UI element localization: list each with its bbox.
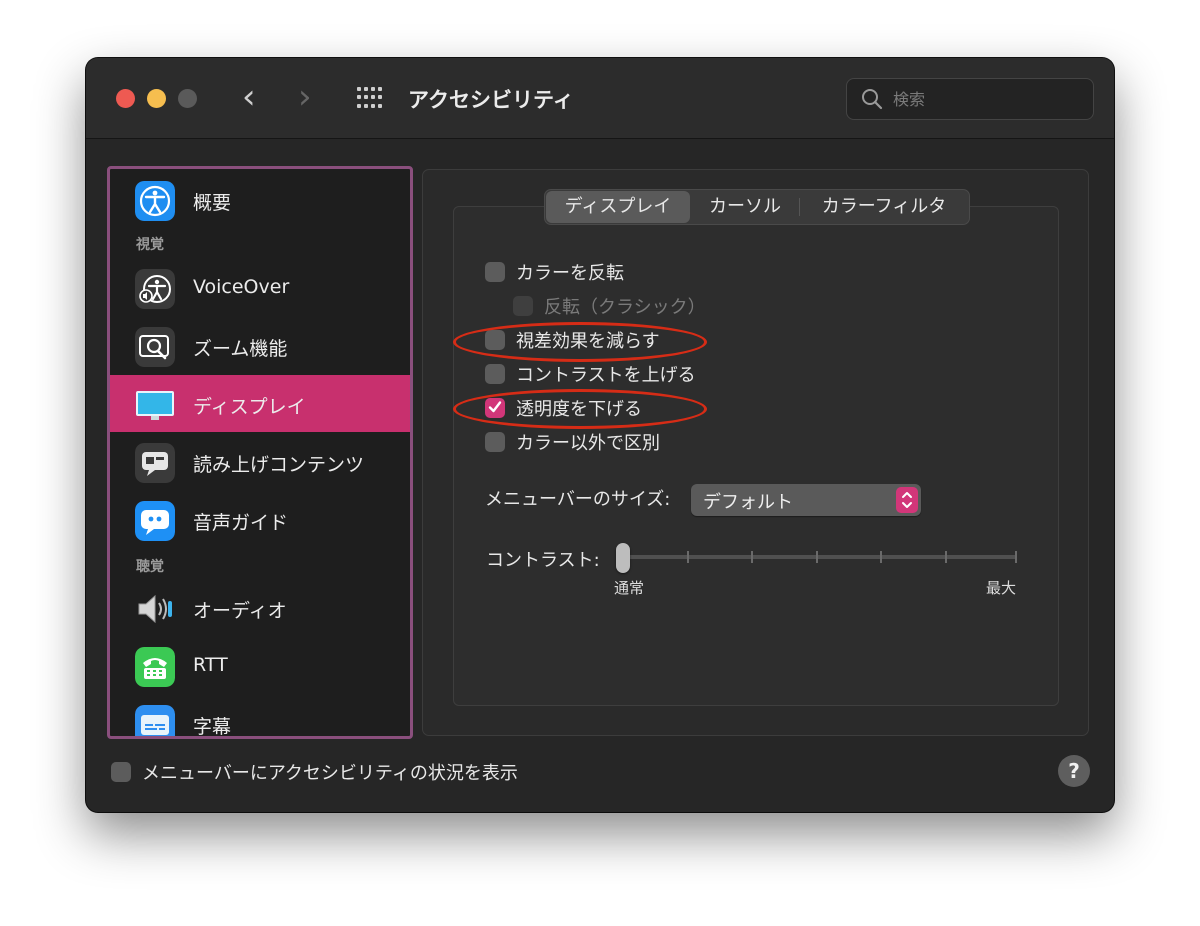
sidebar-item-label: 概要 — [193, 192, 232, 214]
section-header-vision: 視覚 — [136, 237, 164, 253]
tab-bar: ディスプレイ カーソル カラーフィルタ — [544, 189, 970, 225]
rtt-icon — [135, 647, 175, 687]
slider-tick — [751, 551, 753, 563]
tab-display[interactable]: ディスプレイ — [546, 191, 690, 223]
help-button[interactable]: ? — [1058, 755, 1090, 787]
sidebar-item-spoken-content[interactable]: 読み上げコンテンツ — [110, 433, 410, 490]
tab-color-filters[interactable]: カラーフィルタ — [800, 190, 968, 224]
checkbox-label: コントラストを上げる — [516, 365, 696, 386]
sidebar-item-label: VoiceOver — [193, 276, 290, 298]
sidebar-item-zoom[interactable]: ズーム機能 — [110, 317, 410, 374]
slider-max-label: 最大 — [986, 579, 1017, 597]
sidebar-item-label: 字幕 — [193, 716, 232, 738]
sidebar-item-label: ズーム機能 — [193, 338, 288, 360]
captions-icon — [135, 705, 175, 736]
slider-tick — [1015, 551, 1017, 563]
sidebar-item-label: オーディオ — [193, 600, 287, 622]
zoom-window-button[interactable] — [178, 89, 197, 108]
checkbox-label: カラーを反転 — [516, 263, 624, 284]
search-icon — [862, 89, 883, 110]
contrast-label: コントラスト: — [486, 550, 600, 571]
checkbox-box[interactable] — [111, 762, 131, 782]
checkbox-box — [513, 296, 533, 316]
spoken-content-icon — [135, 443, 175, 483]
display-icon — [136, 391, 174, 420]
slider-tick — [880, 551, 882, 563]
checkbox-box[interactable] — [485, 364, 505, 384]
checkbox-label: 反転（クラシック） — [544, 297, 706, 318]
minimize-window-button[interactable] — [147, 89, 166, 108]
sidebar-item-display[interactable]: ディスプレイ — [110, 375, 410, 432]
contrast-slider-knob[interactable] — [616, 543, 630, 573]
slider-tick — [687, 551, 689, 563]
back-button[interactable]: ‹ — [242, 80, 256, 114]
sidebar-item-descriptions[interactable]: 音声ガイド — [110, 491, 410, 548]
menu-bar-size-popup[interactable]: デフォルト — [691, 484, 921, 516]
checkbox-label: 透明度を下げる — [516, 399, 642, 420]
sidebar-item-overview[interactable]: 概要 — [110, 171, 410, 228]
sidebar-item-label: 読み上げコンテンツ — [193, 454, 365, 476]
menu-bar-size-label: メニューバーのサイズ: — [485, 489, 671, 510]
sidebar-item-label: ディスプレイ — [193, 396, 306, 418]
audio-icon — [138, 594, 172, 624]
show-all-grid-icon[interactable] — [357, 87, 385, 109]
sidebar-item-voiceover[interactable]: VoiceOver — [110, 259, 410, 316]
tab-cursor[interactable]: カーソル — [691, 190, 799, 224]
voiceover-icon — [135, 269, 175, 309]
checkbox-label: 視差効果を減らす — [516, 331, 660, 352]
zoom-icon — [135, 327, 175, 367]
sidebar-item-captions[interactable]: 字幕 — [110, 695, 410, 738]
checkbox-label: カラー以外で区別 — [516, 433, 660, 454]
sidebar-item-label: RTT — [193, 654, 228, 676]
slider-tick — [816, 551, 818, 563]
checkbox-box[interactable] — [485, 330, 505, 350]
section-header-hearing: 聴覚 — [136, 559, 164, 575]
popup-value: デフォルト — [703, 492, 793, 513]
display-settings-panel: ディスプレイ カーソル カラーフィルタ カラーを反転 反転（クラシック） 視差効… — [422, 169, 1089, 736]
chevron-updown-icon — [902, 492, 912, 508]
close-window-button[interactable] — [116, 89, 135, 108]
slider-min-label: 通常 — [614, 579, 645, 597]
preferences-window: ‹ › アクセシビリティ 概要 視覚 — [86, 58, 1114, 812]
checkbox-box[interactable] — [485, 262, 505, 282]
search-field[interactable] — [846, 78, 1094, 120]
sidebar: 概要 視覚 VoiceOver ズーム機能 ディスプレイ 読み上げコンテンツ 音… — [107, 166, 413, 739]
checkbox-label: メニューバーにアクセシビリティの状況を表示 — [142, 763, 518, 784]
contrast-slider-track[interactable] — [623, 555, 1017, 559]
search-input[interactable] — [893, 88, 1083, 110]
window-title: アクセシビリティ — [408, 88, 574, 112]
checkmark-icon — [488, 401, 502, 413]
forward-button[interactable]: › — [298, 80, 312, 114]
sidebar-item-rtt[interactable]: RTT — [110, 637, 410, 694]
checkbox-box[interactable] — [485, 432, 505, 452]
checkbox-box[interactable] — [485, 398, 505, 418]
title-bar: ‹ › アクセシビリティ — [86, 58, 1114, 139]
sidebar-item-label: 音声ガイド — [193, 512, 289, 534]
slider-tick — [945, 551, 947, 563]
popup-stepper[interactable] — [896, 487, 918, 513]
accessibility-icon — [135, 181, 175, 221]
sidebar-item-audio[interactable]: オーディオ — [110, 579, 410, 636]
descriptions-icon — [135, 501, 175, 541]
